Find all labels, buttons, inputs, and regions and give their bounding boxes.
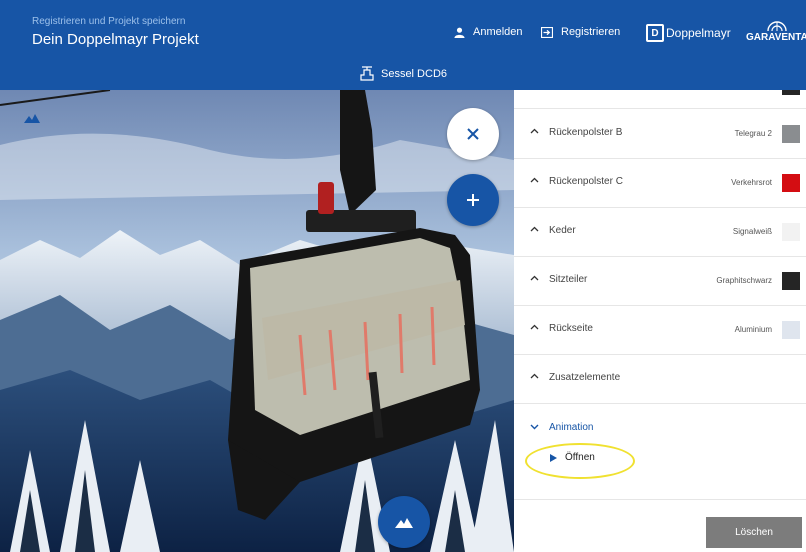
option-value: Verkehrsrot (731, 178, 772, 187)
chevron-up-icon (530, 324, 539, 330)
color-swatch[interactable] (782, 321, 800, 339)
app-header: Registrieren und Projekt speichern Dein … (0, 0, 806, 90)
configurator-viewport[interactable] (0, 90, 514, 552)
option-rueckenpolster-b[interactable]: Rückenpolster B Telegrau 2 (514, 109, 806, 159)
color-swatch (782, 90, 800, 95)
login-label: Anmelden (473, 26, 523, 38)
user-icon (454, 27, 465, 38)
add-button[interactable] (447, 174, 499, 226)
mountain-icon (395, 517, 413, 528)
panel-top-row (514, 90, 806, 109)
chevron-up-icon (530, 177, 539, 183)
option-sitzteiler[interactable]: Sitzteiler Graphitschwarz (514, 256, 806, 306)
option-value: Signalweiß (732, 227, 772, 236)
play-icon (550, 453, 557, 462)
scene-illustration (0, 90, 514, 552)
doppelmayr-wordmark: Doppelmayr (666, 26, 731, 40)
color-swatch[interactable] (782, 223, 800, 241)
option-label: Animation (549, 422, 594, 433)
option-keder[interactable]: Keder Signalweiß (514, 207, 806, 257)
chevron-down-icon (530, 424, 539, 430)
color-swatch[interactable] (782, 272, 800, 290)
chevron-up-icon (530, 275, 539, 281)
login-button[interactable]: Anmelden (454, 26, 523, 38)
chevron-up-icon (530, 128, 539, 134)
chevron-up-icon (530, 373, 539, 379)
close-icon (467, 128, 479, 140)
open-label: Öffnen (565, 452, 595, 463)
doppelmayr-logo[interactable]: D Doppelmayr (646, 24, 731, 42)
option-value: Telegrau 2 (734, 129, 772, 138)
option-rueckseite[interactable]: Rückseite Aluminium (514, 305, 806, 355)
color-swatch[interactable] (782, 174, 800, 192)
register-icon (541, 26, 553, 38)
option-zusatzelemente[interactable]: Zusatzelemente (514, 354, 806, 404)
header-subtitle[interactable]: Registrieren und Projekt speichern (32, 16, 185, 27)
configuration-panel: Rückenpolster B Telegrau 2 Rückenpolster… (514, 90, 806, 552)
delete-button[interactable]: Löschen (706, 517, 802, 548)
cable-wheel-icon (767, 21, 787, 32)
garaventa-logo[interactable]: GARAVENTA (746, 20, 806, 43)
mountain-corner-icon[interactable] (24, 110, 40, 128)
doppelmayr-d-icon: D (646, 24, 664, 42)
page-title: Dein Doppelmayr Projekt (32, 31, 199, 48)
panel-divider (514, 499, 806, 500)
chevron-up-icon (530, 226, 539, 232)
open-animation-link[interactable]: Öffnen (550, 452, 595, 463)
option-rueckenpolster-c[interactable]: Rückenpolster C Verkehrsrot (514, 158, 806, 208)
option-value: Graphitschwarz (716, 276, 772, 285)
chairlift-icon (360, 66, 374, 81)
option-value: Aluminium (734, 325, 772, 334)
option-label: Rückseite (549, 323, 593, 334)
register-button[interactable]: Registrieren (541, 26, 620, 38)
view-toggle-button[interactable] (378, 496, 430, 548)
model-selector[interactable]: Sessel DCD6 (0, 66, 806, 81)
option-label: Zusatzelemente (549, 372, 621, 383)
color-swatch[interactable] (782, 125, 800, 143)
option-label: Sitzteiler (549, 274, 588, 285)
register-label: Registrieren (561, 26, 621, 38)
close-button[interactable] (447, 108, 499, 160)
option-animation[interactable]: Animation (514, 404, 806, 444)
option-label: Rückenpolster C (549, 176, 623, 187)
option-label: Keder (549, 225, 576, 236)
plus-icon (467, 194, 479, 206)
model-label: Sessel DCD6 (380, 67, 448, 80)
garaventa-wordmark: GARAVENTA (746, 32, 806, 43)
option-label: Rückenpolster B (549, 127, 623, 138)
